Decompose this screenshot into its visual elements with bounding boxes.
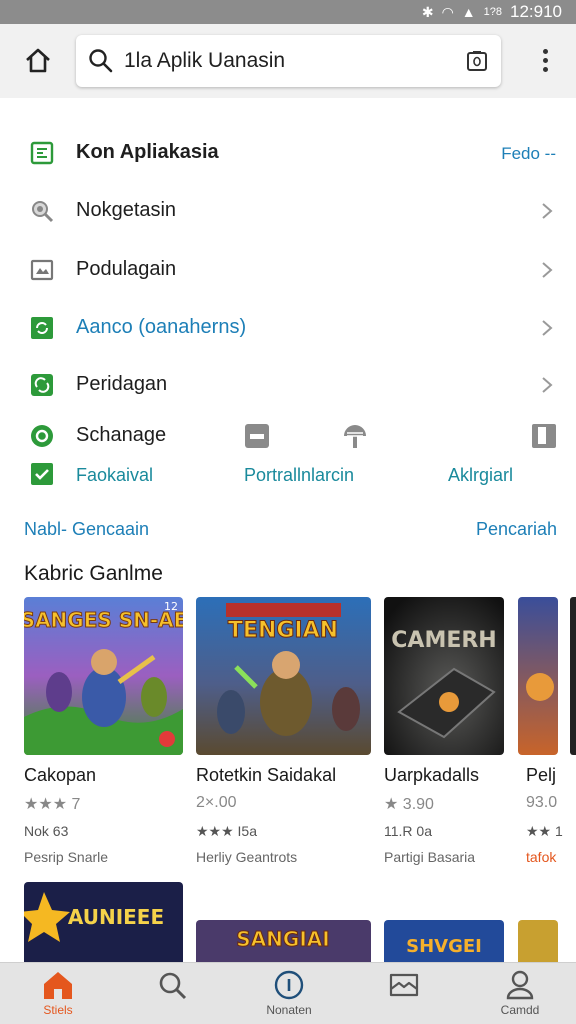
- sync-icon: [31, 317, 53, 339]
- menu-item-label: Nokgetasin: [76, 199, 177, 221]
- cover-title: SANGES SN-AE: [24, 608, 183, 632]
- card-developer: Herliy Geantrots: [196, 849, 298, 865]
- wifi-icon: ◠: [441, 3, 454, 20]
- menu-item-label: Kon Apliakasia: [76, 141, 219, 163]
- cover-title: TENGIAN: [228, 618, 338, 643]
- chevron-right-icon: [542, 203, 553, 219]
- menu-item-label: Schanage: [76, 424, 167, 446]
- game-cover[interactable]: CAMERH: [384, 597, 504, 755]
- nav-search[interactable]: [122, 969, 222, 1001]
- card-developer: Pesrip Snarle: [24, 849, 109, 865]
- chevron-right-icon: [542, 320, 553, 336]
- card-rating: Nok 63: [24, 823, 69, 839]
- card-title: Cakopan: [24, 765, 97, 785]
- nav-profile[interactable]: Camdd: [470, 969, 570, 1017]
- nav-label: Nonaten: [266, 1003, 312, 1017]
- menu-item-4[interactable]: Aanco (oanaherns): [0, 303, 576, 353]
- signal-icon: ▲: [461, 4, 476, 20]
- search-link[interactable]: Pencariah: [476, 519, 557, 540]
- card-rating: 11.R 0a: [384, 823, 432, 839]
- game-cover[interactable]: [518, 597, 558, 755]
- card-title: Uarpkadalls: [384, 765, 480, 785]
- option-favorite[interactable]: Faokaival: [76, 465, 153, 486]
- card-rating: ★★★ I5a: [196, 823, 258, 839]
- card-developer: tafok: [526, 849, 557, 865]
- signal-text: 1?8: [483, 6, 502, 18]
- search-input[interactable]: 1la Aplik Uanasin: [124, 49, 285, 73]
- inbox-icon: [389, 973, 419, 997]
- game-cover[interactable]: TENGIAN: [196, 597, 371, 755]
- tree-icon[interactable]: [342, 423, 368, 449]
- minus-box-icon[interactable]: [244, 423, 270, 449]
- book-icon[interactable]: [531, 423, 557, 449]
- card-price: ★★★ 7: [24, 796, 81, 813]
- home-icon: [26, 48, 50, 73]
- image-icon: [30, 259, 54, 281]
- card-title: Rotetkin Saidakal: [196, 765, 337, 785]
- menu-item-apps[interactable]: Kon Apliakasia Fedo --: [0, 128, 576, 178]
- card-developer: Partigi Basaria: [384, 849, 476, 865]
- refresh-icon: [31, 374, 53, 396]
- checkbox-icon[interactable]: [30, 462, 54, 486]
- menu-item-label: Podulagain: [76, 258, 177, 280]
- cover-badge: 12: [164, 600, 178, 613]
- cover-title: CAMERH: [391, 628, 496, 653]
- search-icon: [159, 972, 187, 1000]
- search-icon: [89, 49, 113, 73]
- menu-item-storage[interactable]: Schanage: [0, 411, 576, 461]
- card-price: ★ 3.90: [384, 796, 434, 813]
- home-button[interactable]: [22, 45, 54, 77]
- card-price: 93.0: [526, 794, 558, 811]
- bluetooth-icon: ✱: [421, 3, 434, 20]
- more-options-icon[interactable]: [536, 46, 554, 76]
- nav-info[interactable]: Nonaten: [239, 969, 339, 1017]
- magnifier-icon: [32, 201, 54, 223]
- menu-item-3[interactable]: Podulagain: [0, 245, 576, 295]
- check-circle-icon: [31, 425, 53, 447]
- menu-item-right-link[interactable]: Fedo --: [501, 144, 556, 164]
- profile-icon: [506, 970, 534, 1000]
- bottom-nav: Stiels Nonaten Camdd: [0, 962, 576, 1024]
- option-category[interactable]: Aklrgiarl: [448, 465, 513, 486]
- cover-title: SANGIAI: [236, 927, 329, 951]
- nav-label: Camdd: [500, 1003, 540, 1017]
- left-link[interactable]: Nabl- Gencaain: [24, 519, 149, 540]
- section-title: Kabric Ganlme: [24, 562, 163, 585]
- option-portrait[interactable]: Portrallnlarcin: [244, 465, 354, 486]
- chevron-right-icon: [542, 377, 553, 393]
- search-box[interactable]: 1la Aplik Uanasin: [76, 35, 501, 87]
- menu-item-label: Aanco (oanaherns): [76, 316, 247, 338]
- card-title: Pelj: [526, 765, 557, 785]
- game-cover[interactable]: SANGES SN-AE 12: [24, 597, 183, 755]
- info-icon: [274, 970, 304, 1000]
- camera-icon[interactable]: [465, 49, 489, 73]
- menu-item-2[interactable]: Nokgetasin: [0, 186, 576, 236]
- game-cover[interactable]: AUNIEEE: [24, 882, 183, 972]
- card-price: 2×.00: [196, 794, 237, 811]
- nav-inbox[interactable]: [354, 969, 454, 1001]
- home-icon: [44, 972, 72, 999]
- top-bar: 1la Aplik Uanasin: [0, 24, 576, 98]
- clock: 12:910: [510, 2, 562, 21]
- menu-item-label: Peridagan: [76, 373, 168, 395]
- nav-label: Stiels: [43, 1003, 73, 1017]
- cover-title: AUNIEEE: [68, 905, 164, 929]
- cover-title: SHVGEI: [406, 936, 482, 957]
- card-edge: [570, 597, 576, 755]
- nav-home[interactable]: Stiels: [8, 969, 108, 1017]
- card-rating: ★★ 1: [526, 823, 563, 839]
- menu-item-5[interactable]: Peridagan: [0, 360, 576, 410]
- chevron-right-icon: [542, 262, 553, 278]
- apps-icon: [30, 141, 54, 165]
- status-bar: ✱ ◠ ▲ 1?8 12:910: [0, 0, 576, 24]
